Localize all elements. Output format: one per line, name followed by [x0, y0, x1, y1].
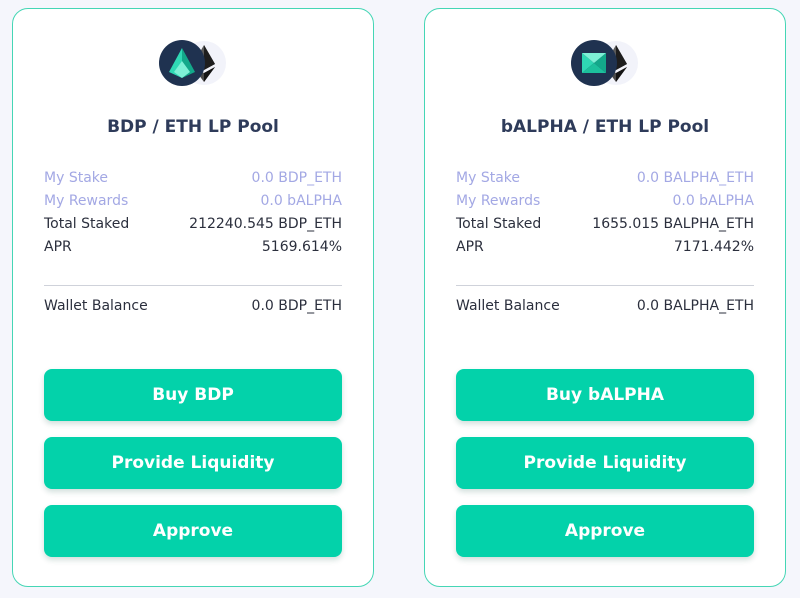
wallet-balance-value: 0.0 BALPHA_ETH: [636, 297, 754, 314]
apr-value: 5169.614%: [261, 238, 342, 255]
wallet-balance: Wallet Balance 0.0 BDP_ETH: [44, 294, 342, 317]
divider: [456, 285, 754, 286]
my-rewards-row: My Rewards 0.0 bALPHA: [456, 189, 754, 212]
my-rewards-label: My Rewards: [44, 192, 129, 209]
wallet-balance-label: Wallet Balance: [44, 297, 148, 314]
apr-row: APR 5169.614%: [44, 235, 342, 258]
wallet-balance-value: 0.0 BDP_ETH: [251, 297, 342, 314]
apr-row: APR 7171.442%: [456, 235, 754, 258]
balpha-token-icon: [571, 40, 617, 86]
my-rewards-value: 0.0 bALPHA: [260, 192, 342, 209]
my-stake-value: 0.0 BDP_ETH: [251, 169, 342, 186]
approve-button[interactable]: Approve: [44, 505, 342, 557]
total-staked-label: Total Staked: [456, 215, 542, 232]
pools-page: BDP / ETH LP Pool My Stake 0.0 BDP_ETH M…: [0, 0, 800, 598]
divider: [44, 285, 342, 286]
pool-title: bALPHA / ETH LP Pool: [500, 117, 710, 137]
apr-value: 7171.442%: [673, 238, 754, 255]
total-staked-row: Total Staked 212240.545 BDP_ETH: [44, 212, 342, 235]
pool-card-balpha-eth: bALPHA / ETH LP Pool My Stake 0.0 BALPHA…: [424, 8, 786, 587]
my-rewards-value: 0.0 bALPHA: [672, 192, 754, 209]
total-staked-value: 1655.015 BALPHA_ETH: [592, 215, 754, 232]
token-pair-logo: [570, 39, 640, 87]
approve-button[interactable]: Approve: [456, 505, 754, 557]
apr-label: APR: [44, 238, 72, 255]
total-staked-value: 212240.545 BDP_ETH: [189, 215, 342, 232]
apr-label: APR: [456, 238, 484, 255]
pool-title: BDP / ETH LP Pool: [107, 117, 279, 137]
bdp-token-icon: [159, 40, 205, 86]
my-rewards-row: My Rewards 0.0 bALPHA: [44, 189, 342, 212]
pool-stats: My Stake 0.0 BALPHA_ETH My Rewards 0.0 b…: [456, 166, 754, 258]
provide-liquidity-button[interactable]: Provide Liquidity: [44, 437, 342, 489]
pool-card-bdp-eth: BDP / ETH LP Pool My Stake 0.0 BDP_ETH M…: [12, 8, 374, 587]
pool-stats: My Stake 0.0 BDP_ETH My Rewards 0.0 bALP…: [44, 166, 342, 258]
total-staked-label: Total Staked: [44, 215, 130, 232]
my-stake-row: My Stake 0.0 BALPHA_ETH: [456, 166, 754, 189]
provide-liquidity-button[interactable]: Provide Liquidity: [456, 437, 754, 489]
my-stake-label: My Stake: [44, 169, 108, 186]
wallet-balance: Wallet Balance 0.0 BALPHA_ETH: [456, 294, 754, 317]
my-stake-value: 0.0 BALPHA_ETH: [636, 169, 754, 186]
total-staked-row: Total Staked 1655.015 BALPHA_ETH: [456, 212, 754, 235]
wallet-balance-row: Wallet Balance 0.0 BALPHA_ETH: [456, 294, 754, 317]
my-stake-row: My Stake 0.0 BDP_ETH: [44, 166, 342, 189]
my-stake-label: My Stake: [456, 169, 520, 186]
buy-balpha-button[interactable]: Buy bALPHA: [456, 369, 754, 421]
buy-bdp-button[interactable]: Buy BDP: [44, 369, 342, 421]
wallet-balance-row: Wallet Balance 0.0 BDP_ETH: [44, 294, 342, 317]
wallet-balance-label: Wallet Balance: [456, 297, 560, 314]
token-pair-logo: [158, 39, 228, 87]
my-rewards-label: My Rewards: [456, 192, 541, 209]
